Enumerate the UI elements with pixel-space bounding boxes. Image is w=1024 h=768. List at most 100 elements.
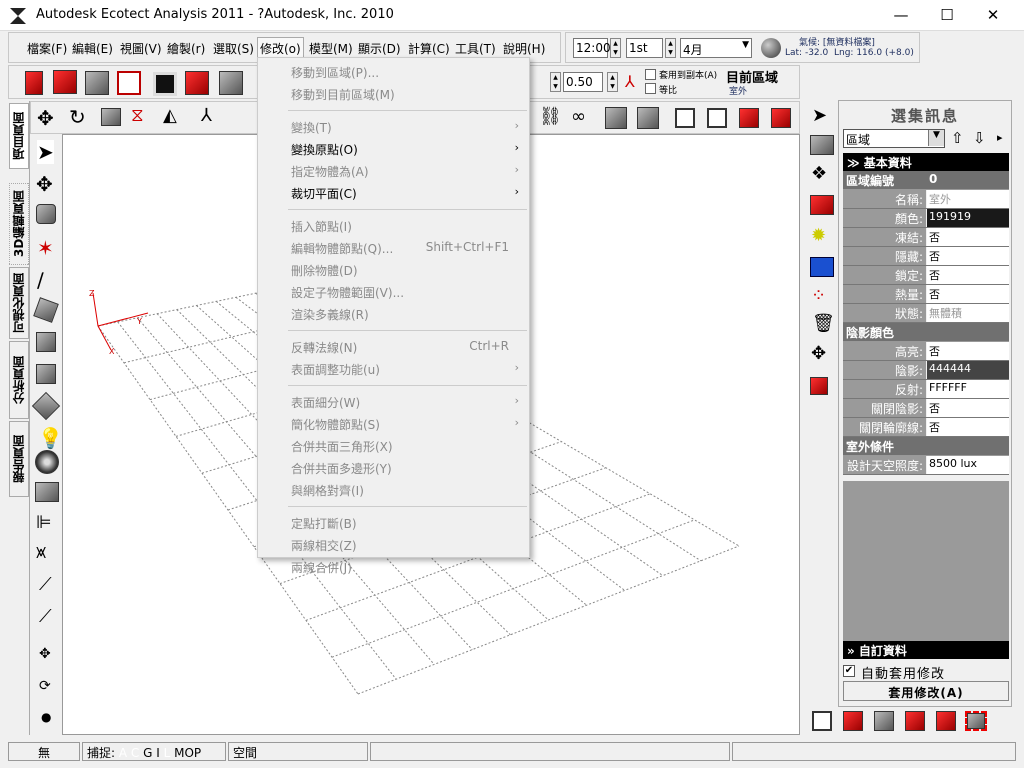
zone-manager-icon[interactable]: [810, 195, 834, 215]
time-input[interactable]: 12:00: [573, 38, 608, 58]
menu-item[interactable]: 編輯物體節點(Q)...Shift+Ctrl+F1: [258, 237, 529, 259]
menu-item[interactable]: 兩線相交(Z): [258, 534, 529, 556]
shade-colour-header[interactable]: 陰影顏色: [843, 323, 1009, 342]
property-value[interactable]: 否: [927, 342, 1009, 360]
grid-analysis-icon[interactable]: [810, 257, 834, 277]
menu-item[interactable]: 刪除物體(D): [258, 259, 529, 281]
day-spinner[interactable]: ▲▼: [665, 38, 676, 58]
menu-model[interactable]: 模型(M): [309, 40, 353, 57]
minimize-button[interactable]: —: [878, 0, 924, 30]
nav-move-icon[interactable]: ✥: [39, 646, 51, 662]
light-icon[interactable]: 💡: [38, 426, 63, 450]
snap-on-mop[interactable]: MOP: [174, 746, 201, 760]
mirror-icon[interactable]: ⧖: [131, 105, 144, 126]
property-value[interactable]: 室外: [927, 190, 1009, 208]
display-icon[interactable]: [153, 72, 177, 96]
menu-item[interactable]: 設定子物體範圍(V)...: [258, 281, 529, 303]
snap-off-ac[interactable]: A C: [119, 746, 139, 760]
speaker-icon[interactable]: [35, 450, 59, 474]
menu-select[interactable]: 選取(S): [213, 40, 254, 57]
custom-data-header[interactable]: » 自訂資料: [843, 641, 1009, 659]
pointer-icon[interactable]: ➤: [37, 140, 54, 164]
extrude-icon[interactable]: ◭: [163, 105, 177, 126]
nav-orbit-icon[interactable]: ⟳: [39, 678, 51, 694]
transform-icon[interactable]: ✥: [811, 343, 826, 364]
menu-item[interactable]: 渲染多義線(R): [258, 303, 529, 325]
menu-view[interactable]: 視圖(V): [120, 40, 162, 57]
property-value[interactable]: 無體積: [927, 304, 1009, 322]
camera-icon[interactable]: [36, 204, 56, 224]
link-icon[interactable]: ⛓: [539, 106, 562, 127]
plane-icon[interactable]: [33, 297, 59, 323]
rotate-icon[interactable]: ↻: [69, 105, 86, 129]
property-value[interactable]: 否: [927, 266, 1009, 284]
zone-icon[interactable]: [36, 364, 56, 384]
time-spinner[interactable]: ▲▼: [610, 38, 621, 58]
property-value[interactable]: 否: [927, 399, 1009, 417]
tab-report[interactable]: 報告頁面: [9, 421, 29, 497]
save-file-icon[interactable]: [85, 71, 109, 95]
curve-icon[interactable]: ⟋: [39, 606, 52, 627]
nav-zoom-icon[interactable]: ●: [41, 710, 51, 724]
outdoor-conditions-header[interactable]: 室外條件: [843, 437, 1009, 456]
ungroup-icon[interactable]: [637, 107, 659, 129]
new-file-icon[interactable]: [25, 71, 43, 95]
proportional-checkbox[interactable]: [645, 83, 656, 94]
month-select[interactable]: 4月▼: [680, 38, 752, 58]
menu-display[interactable]: 顯示(D): [358, 40, 401, 57]
globe-icon[interactable]: [761, 38, 781, 58]
section-icon[interactable]: ⩙: [36, 542, 46, 563]
snap-off-l[interactable]: L: [164, 746, 171, 760]
property-value[interactable]: 否: [927, 285, 1009, 303]
polyline-icon[interactable]: ⟋: [39, 574, 52, 595]
line-icon[interactable]: ∕: [37, 268, 44, 292]
surface-icon[interactable]: [36, 332, 56, 352]
axis-origin-icon[interactable]: ⅄: [625, 72, 635, 91]
select-grid-icon[interactable]: [936, 711, 956, 731]
day-input[interactable]: 1st: [626, 38, 663, 58]
window-icon[interactable]: [675, 108, 695, 128]
camera-snapshot-icon[interactable]: [35, 482, 59, 502]
sun-icon[interactable]: ✹: [811, 225, 826, 246]
property-value[interactable]: 8500 lux: [927, 456, 1009, 474]
layers-icon[interactable]: [219, 71, 243, 95]
export-icon[interactable]: [117, 71, 141, 95]
object-layers-icon[interactable]: [810, 135, 834, 155]
zoom-grid-icon[interactable]: [905, 711, 925, 731]
menu-item[interactable]: 反轉法線(N)Ctrl+R: [258, 336, 529, 358]
tab-project[interactable]: 項目頁面: [9, 103, 29, 169]
panel-icon[interactable]: [707, 108, 727, 128]
menu-item[interactable]: 定點打斷(B): [258, 512, 529, 534]
pan-icon[interactable]: ✥: [36, 172, 53, 196]
render-grid-icon[interactable]: [185, 71, 209, 95]
menu-tools[interactable]: 工具(T): [455, 40, 496, 57]
material-icon[interactable]: ❖: [811, 163, 827, 184]
tab-3d-editor[interactable]: 3D編輯頁面: [9, 183, 29, 265]
point-icon[interactable]: ✶: [37, 236, 54, 260]
menu-edit[interactable]: 編輯(E): [72, 40, 113, 57]
roof-icon[interactable]: [32, 392, 60, 420]
unlink-icon[interactable]: ∞: [571, 106, 586, 127]
menu-item[interactable]: 變換(T)›: [258, 116, 529, 138]
menu-item[interactable]: 移動到區域(P)...: [258, 61, 529, 83]
value-spinner-a[interactable]: ▲▼: [550, 72, 561, 92]
axis-icon[interactable]: ⅄: [201, 105, 212, 126]
basic-data-header[interactable]: ≫ 基本資料: [843, 153, 1009, 171]
snapshot-icon[interactable]: [967, 713, 985, 729]
scale-icon[interactable]: [101, 108, 121, 126]
property-value[interactable]: 否: [927, 228, 1009, 246]
export-object-icon[interactable]: [810, 377, 828, 395]
property-value[interactable]: 191919: [927, 209, 1009, 227]
snap-on-gi[interactable]: G I: [143, 746, 160, 760]
scale-spinner[interactable]: ▲▼: [607, 72, 618, 92]
apply-copy-checkbox[interactable]: [645, 69, 656, 80]
tab-visualise[interactable]: 可視化頁面: [9, 267, 29, 339]
maximize-button[interactable]: ☐: [924, 0, 970, 30]
menu-item[interactable]: 插入節點(I): [258, 215, 529, 237]
stairs-icon[interactable]: ⊫: [36, 512, 52, 533]
menu-item[interactable]: 變換原點(O)›: [258, 138, 529, 160]
menu-item[interactable]: 表面細分(W)›: [258, 391, 529, 413]
tab-analysis[interactable]: 分析頁面: [9, 341, 29, 419]
menu-item[interactable]: 兩線合併(J): [258, 556, 529, 578]
scale-input[interactable]: 0.50: [563, 72, 603, 92]
